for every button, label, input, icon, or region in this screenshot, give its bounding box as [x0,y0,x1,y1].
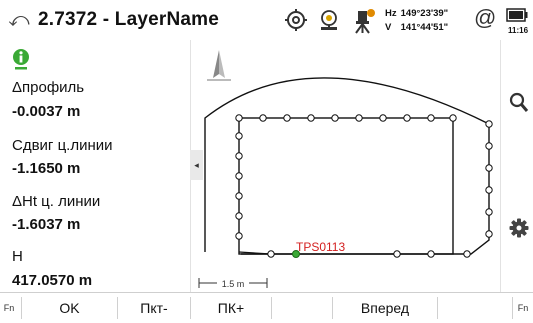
stakeout-point[interactable] [235,114,243,122]
design-rectangle [238,117,454,255]
stakeout-point[interactable] [235,192,243,200]
dprofile-value: -0.0037 m [12,103,81,120]
empty-softkey-2[interactable] [438,293,512,319]
softkey-bar: Fn OK Пкт- ПК+ Вперед Fn [0,292,533,319]
stakeout-point[interactable] [267,250,275,258]
hz-value: 149°23'39" [400,8,449,19]
stakeout-point[interactable] [235,232,243,240]
stakeout-point[interactable] [235,152,243,160]
search-icon[interactable] [509,92,529,114]
stakeout-point[interactable] [485,164,493,172]
alignment-outline [204,77,490,255]
panel-collapse-tab[interactable]: ◂ [190,150,203,180]
stakeout-point[interactable] [355,114,363,122]
stakeout-point[interactable] [449,114,457,122]
stakeout-points [235,114,493,258]
stakeout-point[interactable] [485,142,493,150]
clock-time: 11:16 [508,26,529,35]
current-point-label: TPS0113 [296,240,345,254]
at-icon[interactable]: @ [474,5,496,31]
scale-bar: 1.5 m [198,277,268,289]
stakeout-point[interactable] [283,114,291,122]
title-bar: ⤺ 2.7372 - LayerName Hz 149°23'39" V 141… [0,0,533,41]
stakeout-point[interactable] [485,186,493,194]
pk-plus-button[interactable]: ПК+ [191,293,271,319]
stakeout-point[interactable] [235,212,243,220]
page-title: 2.7372 - LayerName [38,9,220,30]
instrument-icon[interactable] [350,8,376,34]
map-view[interactable]: TPS0113 1.5 m [190,40,501,292]
prism-icon[interactable] [316,8,342,34]
map-canvas[interactable]: TPS0113 1.5 m [191,40,501,292]
stakeout-point[interactable] [259,114,267,122]
v-value: 141°44'51" [400,22,449,33]
empty-softkey-1[interactable] [272,293,332,319]
dht-value: -1.6037 m [12,216,81,233]
stakeout-point[interactable] [235,172,243,180]
stakeout-point[interactable] [485,120,493,128]
stakeout-point[interactable] [379,114,387,122]
north-arrow-icon [207,50,231,81]
stakeout-point[interactable] [427,250,435,258]
stakeout-point[interactable] [235,132,243,140]
forward-button[interactable]: Вперед [333,293,437,319]
target-icon[interactable] [284,8,308,32]
stakeout-point[interactable] [403,114,411,122]
scale-label: 1.5 m [222,279,245,289]
shift-label: Сдвиг ц.линии [12,137,113,154]
gear-icon[interactable] [509,218,529,238]
stakeout-point[interactable] [463,250,471,258]
dprofile-label: Δпрофиль [12,79,85,96]
stakeout-point[interactable] [485,208,493,216]
info-panel: Δпрофиль -0.0037 m Сдвиг ц.линии -1.1650… [0,40,190,292]
hz-label: Hz [385,8,397,19]
dht-label: ΔHt ц. линии [12,193,101,210]
stakeout-point[interactable] [485,230,493,238]
right-toolbar [500,40,533,292]
prev-point-button[interactable]: Пкт- [118,293,190,319]
shift-value: -1.1650 m [12,160,81,177]
ok-button[interactable]: OK [22,293,117,319]
battery-icon [506,8,528,22]
angle-readout: Hz 149°23'39" V 141°44'51" [385,7,448,35]
stakeout-point[interactable] [331,114,339,122]
v-label: V [385,22,392,33]
h-value: 417.0570 m [12,272,93,289]
stakeout-point[interactable] [307,114,315,122]
stakeout-point[interactable] [393,250,401,258]
h-label: H [12,248,23,265]
back-button[interactable]: ⤺ [8,8,30,32]
fn-right-button[interactable]: Fn [513,293,533,319]
fn-left-button[interactable]: Fn [0,293,18,319]
info-icon[interactable] [12,48,30,70]
stakeout-point[interactable] [427,114,435,122]
